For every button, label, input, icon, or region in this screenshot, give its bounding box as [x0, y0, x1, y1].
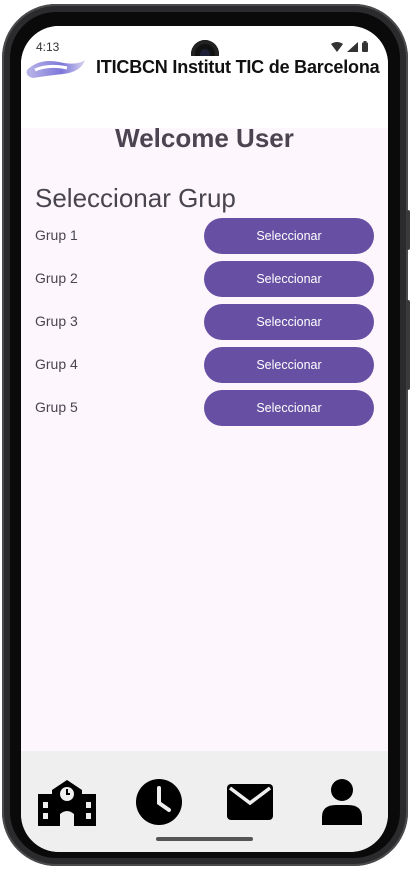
select-group-4-button[interactable]: Seleccionar	[204, 347, 374, 383]
bottom-nav	[21, 751, 388, 852]
group-row: Grup 5 Seleccionar	[21, 390, 388, 426]
group-label: Grup 4	[35, 356, 78, 372]
volume-button	[406, 300, 410, 390]
group-row: Grup 3 Seleccionar	[21, 304, 388, 340]
group-label: Grup 3	[35, 313, 78, 329]
clock-icon	[136, 779, 182, 825]
select-group-1-button[interactable]: Seleccionar	[204, 218, 374, 254]
group-row: Grup 2 Seleccionar	[21, 261, 388, 297]
nav-item-profile[interactable]	[312, 777, 372, 827]
welcome-heading: Welcome User	[115, 123, 294, 153]
home-indicator[interactable]	[156, 837, 253, 841]
signal-icon	[347, 41, 358, 52]
group-row: Grup 1 Seleccionar	[21, 218, 388, 254]
group-row: Grup 4 Seleccionar	[21, 347, 388, 383]
nav-item-school[interactable]	[37, 777, 97, 827]
select-group-2-button[interactable]: Seleccionar	[204, 261, 374, 297]
iticbcn-logo-icon	[26, 60, 86, 78]
mail-icon	[227, 784, 273, 820]
wifi-icon	[331, 41, 343, 52]
battery-icon	[362, 41, 368, 52]
section-title: Seleccionar Grup	[35, 183, 236, 213]
nav-item-schedule[interactable]	[129, 777, 189, 827]
select-group-3-button[interactable]: Seleccionar	[204, 304, 374, 340]
group-label: Grup 5	[35, 399, 78, 415]
group-label: Grup 1	[35, 227, 78, 243]
status-time: 4:13	[36, 40, 60, 54]
header-title: ITICBCN Institut TIC de Barcelona	[96, 57, 380, 77]
school-icon	[38, 780, 96, 826]
app-header: ITICBCN Institut TIC de Barcelona	[21, 56, 388, 128]
select-group-5-button[interactable]: Seleccionar	[204, 390, 374, 426]
status-icons	[331, 41, 368, 52]
phone-frame: 4:13 ITICBCN Institut TIC de Barcelona W…	[0, 0, 410, 869]
nav-item-messages[interactable]	[220, 777, 280, 827]
power-button	[406, 210, 410, 250]
app-screen: 4:13 ITICBCN Institut TIC de Barcelona W…	[21, 26, 388, 852]
person-icon	[322, 779, 362, 825]
group-label: Grup 2	[35, 270, 78, 286]
